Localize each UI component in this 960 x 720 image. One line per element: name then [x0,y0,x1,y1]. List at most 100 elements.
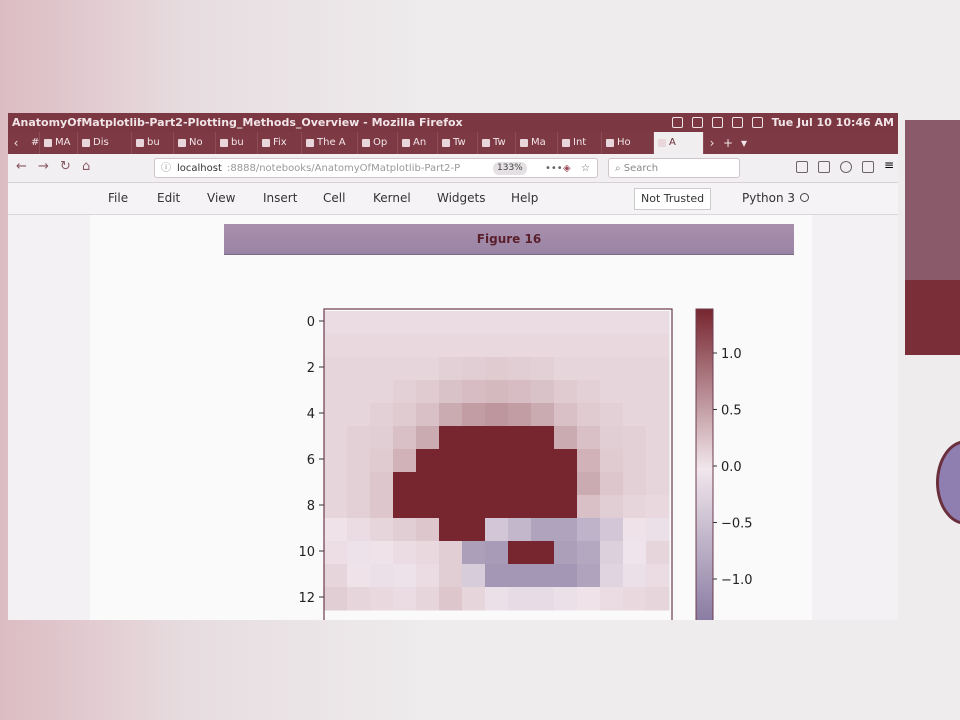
y-tick-label: 4 [307,407,315,422]
heatmap-cell [347,495,371,519]
heatmap-cell [600,472,624,496]
heatmap-cell [531,380,555,404]
heatmap-cell [393,334,417,358]
heatmap-cell [439,426,463,450]
heatmap-cell [462,403,486,427]
heatmap-cell [554,449,578,473]
heatmap-cell [623,541,647,565]
heatmap-cell [577,403,601,427]
heatmap-cell [646,541,670,565]
y-tick-label: 0 [307,315,315,330]
heatmap-cell [531,426,555,450]
heatmap-cell [600,518,624,542]
heatmap-cell [508,587,532,611]
heatmap-cell [485,472,509,496]
heatmap-cell [623,357,647,381]
heatmap-cell [416,564,440,588]
heatmap-cell [508,541,532,565]
heatmap-cell [462,311,486,335]
heatmap-cell [347,334,371,358]
heatmap-cell [554,334,578,358]
heatmap-cell [324,495,348,519]
heatmap-cell [347,449,371,473]
heatmap-cell [554,380,578,404]
heatmap-cell [531,334,555,358]
heatmap-cell [508,311,532,335]
y-tick-label: 12 [298,591,315,606]
heatmap-cell [416,472,440,496]
colorbar-tick-label: 1.0 [721,347,742,362]
heatmap-cell [531,564,555,588]
heatmap-cell [623,472,647,496]
heatmap-cell [439,472,463,496]
heatmap-cell [508,495,532,519]
heatmap-cell [439,380,463,404]
heatmap-cell [462,587,486,611]
colorbar [695,308,714,620]
colorbar-tick-label: 0.0 [721,460,742,475]
heatmap-cell [623,403,647,427]
heatmap-cell [508,472,532,496]
heatmap-cell [370,518,394,542]
heatmap-cell [646,357,670,381]
heatmap-cell [600,495,624,519]
heatmap-cell [416,403,440,427]
heatmap-cell [485,311,509,335]
y-tick-label: 2 [307,361,315,376]
heatmap-cell [416,495,440,519]
heatmap-cell [577,472,601,496]
heatmap-cell [531,449,555,473]
heatmap-cell [600,380,624,404]
heatmap-cell [600,449,624,473]
heatmap-cell [324,334,348,358]
colorbar-tick-label: 0.5 [721,404,742,419]
heatmap-cell [554,564,578,588]
heatmap-cell [577,449,601,473]
heatmap-cell [439,311,463,335]
heatmap-cell [439,403,463,427]
heatmap-cell [577,426,601,450]
heatmap-cell [600,357,624,381]
heatmap-cell [531,541,555,565]
colorbar-tick-label: −0.5 [721,517,753,532]
heatmap-cell [646,311,670,335]
heatmap-figure: 0 2 4 6 8 10 12 1.0 0.5 0.0 −0.5 −1.0 [298,308,753,620]
heatmap-cell [347,311,371,335]
heatmap-cell [623,518,647,542]
heatmap-cell [370,541,394,565]
heatmap-cell [531,403,555,427]
heatmap-cell [600,334,624,358]
heatmap-cell [554,541,578,565]
heatmap-cell [508,426,532,450]
heatmap-cell [646,587,670,611]
heatmap-cell [577,334,601,358]
heatmap-cell [324,472,348,496]
heatmap-cell [416,334,440,358]
heatmap-cell [439,495,463,519]
heatmap-cell [508,403,532,427]
heatmap-cell [393,495,417,519]
heatmap-cell [393,380,417,404]
heatmap-cell [347,472,371,496]
heatmap-cell [508,357,532,381]
heatmap-cell [370,311,394,335]
heatmap-cell [577,380,601,404]
heatmap-cell [577,587,601,611]
heatmap-cell [531,495,555,519]
heatmap-cell [370,587,394,611]
heatmap-cell [370,380,394,404]
heatmap-cell [646,403,670,427]
heatmap-cell [623,311,647,335]
heatmap-cell [577,311,601,335]
heatmap-cell [577,564,601,588]
heatmap-cell [600,426,624,450]
heatmap-cell [508,334,532,358]
heatmap-cell [370,449,394,473]
y-tick-label: 8 [307,499,315,514]
heatmap-cell [531,311,555,335]
heatmap-cell [623,426,647,450]
heatmap-cell [393,541,417,565]
heatmap-cell [462,495,486,519]
heatmap-cell [462,541,486,565]
heatmap-cell [393,426,417,450]
